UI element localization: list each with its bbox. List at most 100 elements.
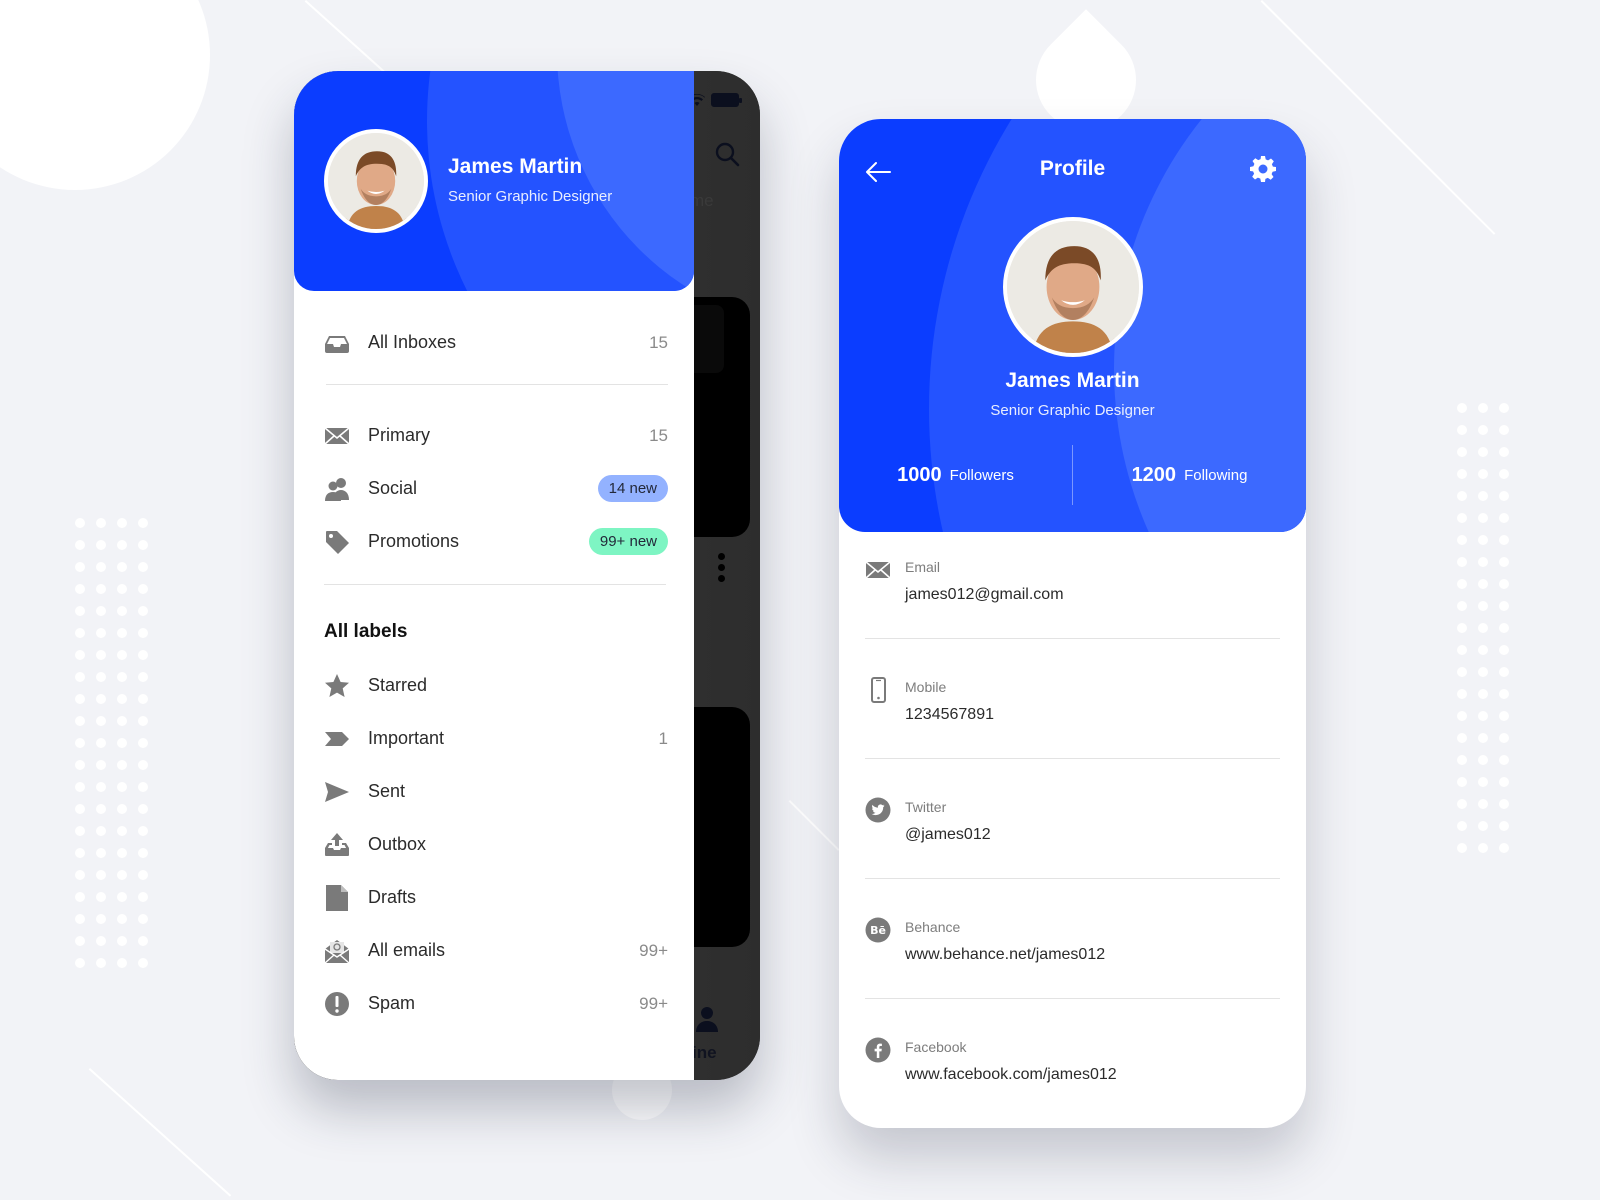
menu-item-drafts[interactable]: Drafts <box>324 871 668 924</box>
menu-item-label: Important <box>368 728 445 748</box>
dot-decoration <box>75 716 85 726</box>
dot-decoration <box>138 716 148 726</box>
contact-item-email[interactable]: Email james012@gmail.com <box>865 557 1280 677</box>
unread-count: 15 <box>649 425 668 445</box>
dot-decoration <box>1499 491 1509 501</box>
menu-item-starred[interactable]: Starred <box>324 659 668 712</box>
dot-decoration <box>75 760 85 770</box>
dot-decoration <box>138 672 148 682</box>
dot-decoration <box>96 826 106 836</box>
contact-item-twitter[interactable]: Twitter @james012 <box>865 797 1280 917</box>
battery-icon <box>711 93 742 107</box>
inbox-section: All Inboxes 15 <box>324 316 668 369</box>
profile-avatar[interactable] <box>1003 217 1143 357</box>
dot-decoration <box>117 540 127 550</box>
dot-decoration <box>1457 535 1467 545</box>
dot-decoration <box>96 672 106 682</box>
more-options-icon[interactable] <box>718 553 725 582</box>
menu-item-primary[interactable]: Primary 15 <box>324 409 668 462</box>
contact-value[interactable]: www.behance.net/james012 <box>905 946 1105 964</box>
envelope-icon <box>865 557 891 583</box>
followers-label: Followers <box>949 466 1014 484</box>
person-nav-icon[interactable] <box>696 1006 718 1032</box>
dot-decoration <box>1457 513 1467 523</box>
dot-decoration <box>96 606 106 616</box>
dot-decoration <box>75 914 85 924</box>
contact-label: Facebook <box>905 1039 967 1055</box>
dot-decoration <box>1478 513 1488 523</box>
dot-decoration <box>138 760 148 770</box>
contact-item-behance[interactable]: Bē Behance www.behance.net/james012 <box>865 917 1280 1037</box>
dot-decoration <box>96 892 106 902</box>
dot-decoration <box>138 628 148 638</box>
menu-divider <box>324 584 666 585</box>
contact-divider <box>865 998 1280 999</box>
dot-decoration <box>1478 403 1488 413</box>
dot-decoration <box>1478 711 1488 721</box>
dot-decoration <box>75 518 85 528</box>
contact-value[interactable]: www.facebook.com/james012 <box>905 1066 1117 1084</box>
dot-grid-decoration <box>75 518 148 968</box>
avatar[interactable] <box>324 129 428 233</box>
dot-decoration <box>1478 799 1488 809</box>
menu-item-important[interactable]: Important 1 <box>324 712 668 765</box>
contact-label: Mobile <box>905 679 947 695</box>
contact-value[interactable]: james012@gmail.com <box>905 586 1064 604</box>
outbox-upload-icon <box>324 832 350 858</box>
following-stat[interactable]: 1200 Following <box>1073 445 1306 505</box>
dot-decoration <box>1499 557 1509 567</box>
dot-decoration <box>117 870 127 880</box>
dot-decoration <box>1499 667 1509 677</box>
dot-decoration <box>75 848 85 858</box>
dot-decoration <box>138 518 148 528</box>
dot-decoration <box>1457 645 1467 655</box>
dot-decoration <box>75 804 85 814</box>
dot-decoration <box>1499 447 1509 457</box>
search-icon[interactable] <box>714 141 740 167</box>
new-count-badge: 99+ new <box>588 528 668 555</box>
svg-text:Bē: Bē <box>870 924 886 937</box>
profile-role: Senior Graphic Designer <box>990 402 1155 419</box>
dot-decoration <box>75 826 85 836</box>
navigation-drawer: James Martin Senior Graphic Designer All… <box>294 71 694 1080</box>
dot-decoration <box>117 606 127 616</box>
dot-decoration <box>1478 733 1488 743</box>
gear-icon[interactable] <box>1249 155 1277 183</box>
dot-decoration <box>138 936 148 946</box>
menu-item-sent[interactable]: Sent <box>324 765 668 818</box>
label-count: 99+ <box>639 940 668 960</box>
dot-decoration <box>75 738 85 748</box>
user-name: James Martin <box>448 155 583 178</box>
important-chevron-icon <box>324 726 350 752</box>
dot-decoration <box>96 694 106 704</box>
dot-decoration <box>1478 579 1488 589</box>
menu-item-all-emails[interactable]: All emails 99+ <box>324 924 668 977</box>
dot-decoration <box>117 716 127 726</box>
star-icon <box>324 673 350 699</box>
dot-decoration <box>96 540 106 550</box>
menu-item-outbox[interactable]: Outbox <box>324 818 668 871</box>
contact-value[interactable]: @james012 <box>905 826 991 844</box>
dot-decoration <box>96 716 106 726</box>
dot-decoration <box>75 936 85 946</box>
dot-decoration <box>1499 711 1509 721</box>
background-line-decoration <box>788 800 840 851</box>
dot-decoration <box>117 782 127 792</box>
page-title: Profile <box>1039 157 1106 180</box>
contact-item-mobile[interactable]: Mobile 1234567891 <box>865 677 1280 797</box>
menu-item-social[interactable]: Social 14 new <box>324 462 668 515</box>
dot-decoration <box>117 958 127 968</box>
contact-value[interactable]: 1234567891 <box>905 706 994 724</box>
menu-item-all-inboxes[interactable]: All Inboxes 15 <box>324 316 668 369</box>
dot-decoration <box>1457 843 1467 853</box>
menu-item-spam[interactable]: Spam 99+ <box>324 977 668 1030</box>
menu-item-promotions[interactable]: Promotions 99+ new <box>324 515 668 568</box>
dot-decoration <box>1478 623 1488 633</box>
dot-decoration <box>96 738 106 748</box>
contact-item-facebook[interactable]: Facebook www.facebook.com/james012 <box>865 1037 1280 1128</box>
dot-decoration <box>96 650 106 660</box>
contact-divider <box>865 878 1280 879</box>
followers-stat[interactable]: 1000 Followers <box>839 445 1072 505</box>
dot-decoration <box>1478 469 1488 479</box>
dot-decoration <box>96 584 106 594</box>
